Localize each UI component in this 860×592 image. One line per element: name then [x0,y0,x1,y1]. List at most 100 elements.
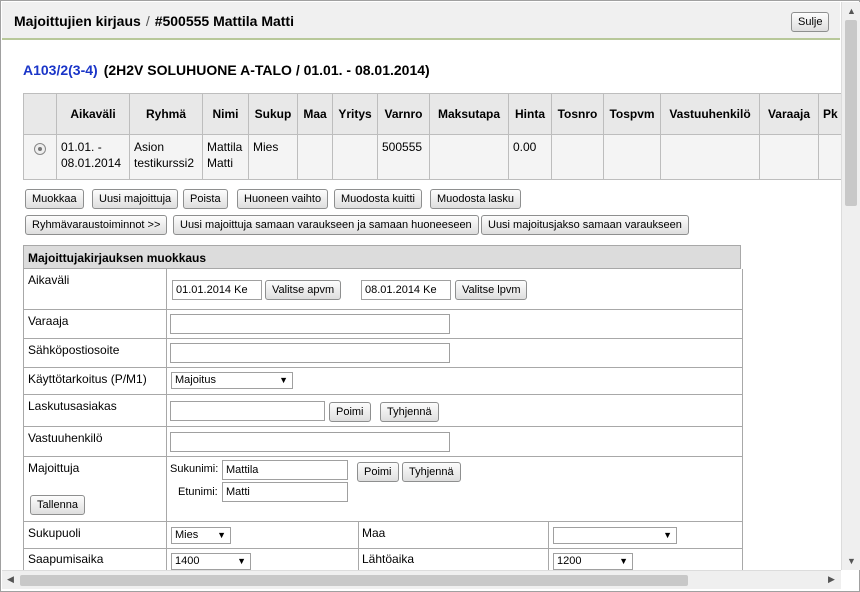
col-select [23,93,57,135]
row-responsible: Vastuuhenkilö [23,427,743,457]
arrival-select[interactable]: 1400 ▼ [171,553,251,570]
row-gender-country: Sukupuoli Mies ▼ Maa ▼ [23,522,743,549]
cell-aikavali-line2: 08.01.2014 [61,156,122,170]
edit-form-title: Majoittujakirjauksen muokkaus [23,245,741,269]
billing-pick-button[interactable]: Poimi [329,402,371,422]
chevron-down-icon: ▼ [279,375,288,385]
col-yritys: Yritys [332,93,378,135]
cell-ryhma-line1: Asion [134,140,165,154]
row-arrival-departure: Saapumisaika 1400 ▼ Lähtöaika 1200 ▼ [23,549,743,571]
row-divider [166,339,167,367]
purpose-label: Käyttötarkoitus (P/M1) [28,372,147,386]
row-guest: Majoittuja Tallenna Sukunimi: Mattila Po… [23,457,743,522]
scroll-up-icon[interactable]: ▲ [847,6,856,16]
cell-aikavali-line1: 01.01. - [61,140,102,154]
email-label: Sähköpostiosoite [28,343,120,357]
row-aikavali: Aikaväli 01.01.2014 Ke Valitse apvm 08.0… [23,269,743,310]
row-divider [166,310,167,338]
row-divider [166,549,167,570]
room-change-button[interactable]: Huoneen vaihto [237,189,329,209]
cell-yritys [332,134,378,180]
cell-nimi: Mattila Matti [202,134,249,180]
invoice-button[interactable]: Muodosta lasku [430,189,522,209]
country-select[interactable]: ▼ [553,527,677,544]
row-varaaja: Varaaja [23,310,743,339]
row-divider [358,549,359,570]
gender-select[interactable]: Mies ▼ [171,527,231,544]
title-main: Majoittujien kirjaus [14,13,141,29]
delete-button[interactable]: Poista [183,189,228,209]
col-maksutapa: Maksutapa [429,93,509,135]
arrival-label: Saapumisaika [28,552,104,566]
edit-button[interactable]: Muokkaa [25,189,84,209]
purpose-select[interactable]: Majoitus ▼ [171,372,293,389]
chevron-down-icon: ▼ [619,556,628,566]
end-date-input[interactable]: 08.01.2014 Ke [361,280,451,300]
room-heading: A103/2(3-4) (2H2V SOLUHUONE A-TALO / 01.0… [23,62,430,78]
receipt-button[interactable]: Muodosta kuitti [334,189,422,209]
cell-maa [297,134,333,180]
guest-clear-button[interactable]: Tyhjennä [402,462,461,482]
arrival-select-value: 1400 [175,555,200,567]
guest-label: Majoittuja [28,461,80,475]
chevron-down-icon: ▼ [237,556,246,566]
col-pk: Pk [818,93,843,135]
horizontal-scrollbar[interactable]: ◀ ▶ [2,570,841,589]
col-tospvm: Tospvm [603,93,661,135]
vertical-scrollbar[interactable]: ▲ ▼ [841,2,860,570]
col-varnro: Varnro [377,93,430,135]
varaaja-input[interactable] [170,314,450,334]
billing-clear-button[interactable]: Tyhjennä [380,402,439,422]
row-radio[interactable] [34,143,46,155]
title-separator: / [145,13,150,29]
cell-tosnro [551,134,604,180]
title-record: #500555 Mattila Matti [154,13,294,29]
room-link[interactable]: A103/2(3-4) [23,62,98,78]
email-field[interactable] [170,343,450,363]
new-period-button[interactable]: Uusi majoitusjakso samaan varaukseen [481,215,689,235]
start-date-input[interactable]: 01.01.2014 Ke [172,280,262,300]
save-button[interactable]: Tallenna [30,495,85,515]
billing-input[interactable] [170,401,325,421]
firstname-input[interactable]: Matti [222,482,348,502]
country-label: Maa [362,526,386,540]
choose-end-date-button[interactable]: Valitse lpvm [455,280,528,300]
cell-tospvm [603,134,661,180]
departure-select[interactable]: 1200 ▼ [553,553,633,570]
new-guest-same-room-button[interactable]: Uusi majoittuja samaan varaukseen ja sam… [173,215,479,235]
row-purpose: Käyttötarkoitus (P/M1) Majoitus ▼ [23,368,743,395]
chevron-down-icon: ▼ [217,530,226,540]
vertical-scroll-thumb[interactable] [845,20,857,206]
horizontal-scroll-thumb[interactable] [20,575,688,586]
col-varaaja: Varaaja [759,93,819,135]
surname-label: Sukunimi: [170,463,219,475]
choose-start-date-button[interactable]: Valitse apvm [265,280,342,300]
col-maa: Maa [297,93,333,135]
window: Majoittujien kirjaus / #500555 Mattila Mat… [0,0,860,592]
purpose-select-value: Majoitus [175,374,216,386]
surname-input[interactable]: Mattila [222,460,348,480]
cell-ryhma: Asion testikurssi2 [129,134,203,180]
scroll-right-icon[interactable]: ▶ [828,574,835,585]
responsible-input[interactable] [170,432,450,452]
group-reservation-button[interactable]: Ryhmävaraustoiminnot >> [25,215,168,235]
row-divider [166,457,167,521]
row-divider [548,522,549,548]
cell-varnro: 500555 [377,134,430,180]
scroll-left-icon[interactable]: ◀ [7,574,14,585]
guest-pick-button[interactable]: Poimi [357,462,399,482]
close-button[interactable]: Sulje [791,12,829,32]
cell-nimi-line2: Matti [207,156,234,170]
new-guest-button[interactable]: Uusi majoittuja [92,189,179,209]
row-divider [166,269,167,309]
table-row[interactable]: 01.01. - 08.01.2014 Asion testikurssi2 Mat… [23,134,843,180]
row-select-cell[interactable] [23,134,57,180]
row-billing: Laskutusasiakas Poimi Tyhjennä [23,395,743,427]
col-hinta: Hinta [508,93,552,135]
scroll-down-icon[interactable]: ▼ [847,556,856,566]
cell-ryhma-line2: testikurssi2 [134,156,195,170]
cell-vastuuhenkilo [660,134,760,180]
cell-pk [818,134,843,180]
departure-label: Lähtöaika [362,552,415,566]
cell-aikavali: 01.01. - 08.01.2014 [56,134,130,180]
